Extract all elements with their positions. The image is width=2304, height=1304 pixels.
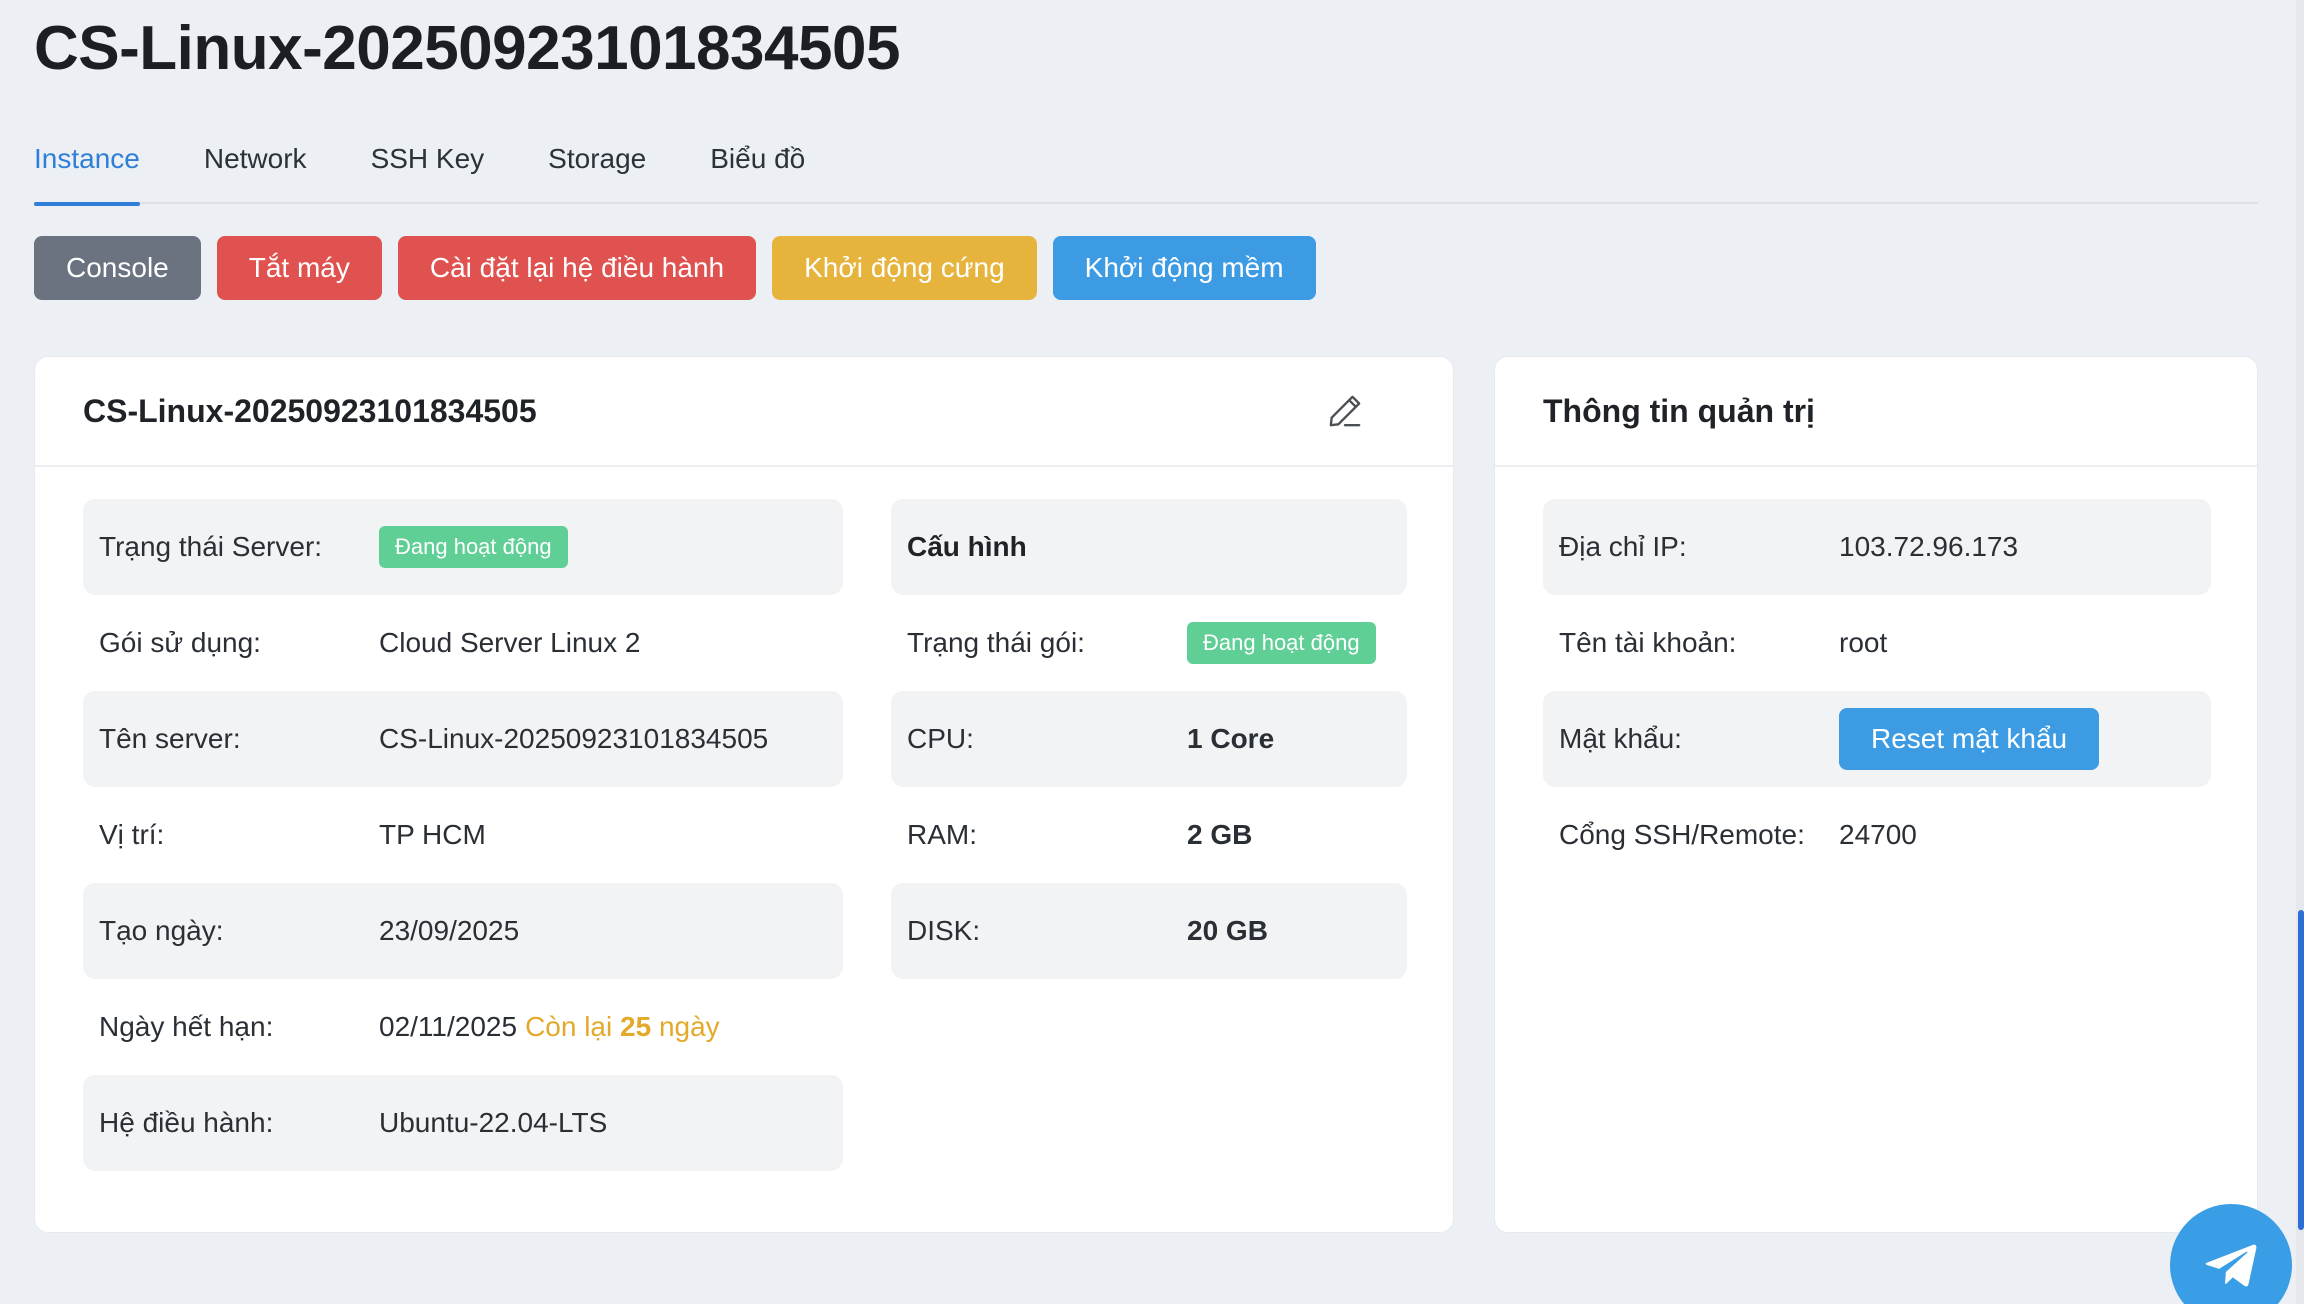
console-button[interactable]: Console bbox=[34, 236, 201, 300]
ram-label: RAM: bbox=[907, 819, 977, 850]
created-value: 23/09/2025 bbox=[379, 915, 520, 946]
status-badge: Đang hoạt động bbox=[379, 526, 568, 568]
remaining-prefix: Còn lại bbox=[525, 1011, 613, 1042]
password-row: Mật khẩu: Reset mật khẩu bbox=[1543, 691, 2211, 787]
os-label: Hệ điều hành: bbox=[99, 1107, 274, 1138]
package-value: Cloud Server Linux 2 bbox=[379, 627, 641, 658]
location-value: TP HCM bbox=[379, 819, 486, 850]
admin-card-header: Thông tin quản trị bbox=[1495, 357, 2257, 467]
remaining-suffix: ngày bbox=[658, 1011, 720, 1042]
server-name-row: Tên server: CS-Linux-20250923101834505 bbox=[83, 691, 843, 787]
expiry-value: 02/11/2025 bbox=[379, 1011, 518, 1042]
created-row: Tạo ngày: 23/09/2025 bbox=[83, 883, 843, 979]
package-row: Gói sử dụng: Cloud Server Linux 2 bbox=[83, 595, 843, 691]
reinstall-os-button[interactable]: Cài đặt lại hệ điều hành bbox=[397, 236, 757, 300]
remaining-days-count: 25 bbox=[620, 1011, 652, 1042]
config-heading: Cấu hình bbox=[907, 531, 1027, 562]
remaining-days: Còn lại 25 ngày bbox=[525, 1011, 720, 1043]
server-name-label: Tên server: bbox=[99, 723, 241, 754]
config-heading-row: Cấu hình bbox=[891, 499, 1407, 595]
admin-details: Địa chỉ IP: 103.72.96.173 Tên tài khoản:… bbox=[1543, 499, 2211, 883]
ram-row: RAM: 2 GB bbox=[891, 787, 1407, 883]
tab-bar: Instance Network SSH Key Storage Biểu đồ bbox=[34, 138, 2258, 206]
package-status-row: Trạng thái gói: Đang hoạt động bbox=[891, 595, 1407, 691]
disk-value: 20 GB bbox=[1187, 915, 1268, 946]
ip-value: 103.72.96.173 bbox=[1839, 531, 2019, 562]
edit-icon[interactable] bbox=[1325, 391, 1365, 431]
scrollbar-thumb[interactable] bbox=[2298, 910, 2304, 1230]
account-value: root bbox=[1839, 627, 1888, 658]
server-card-title: CS-Linux-20250923101834505 bbox=[83, 392, 537, 429]
package-label: Gói sử dụng: bbox=[99, 627, 261, 658]
admin-card-title: Thông tin quản trị bbox=[1543, 392, 1815, 429]
hard-reboot-button[interactable]: Khởi động cứng bbox=[772, 236, 1037, 300]
disk-label: DISK: bbox=[907, 915, 981, 946]
soft-reboot-button[interactable]: Khởi động mềm bbox=[1052, 236, 1316, 300]
tab-storage[interactable]: Storage bbox=[548, 138, 646, 204]
account-label: Tên tài khoản: bbox=[1559, 627, 1737, 658]
expiry-label: Ngày hết hạn: bbox=[99, 1011, 274, 1042]
page: CS-Linux-20250923101834505 Instance Netw… bbox=[0, 0, 2304, 1304]
ip-row: Địa chỉ IP: 103.72.96.173 bbox=[1543, 499, 2211, 595]
server-card-header: CS-Linux-20250923101834505 bbox=[35, 357, 1453, 467]
telegram-icon bbox=[2205, 1244, 2257, 1287]
ram-value: 2 GB bbox=[1187, 819, 1253, 850]
server-status-label: Trạng thái Server: bbox=[99, 531, 323, 562]
config-details: Cấu hình Trạng thái gói: Đang hoạt động … bbox=[891, 499, 1407, 979]
port-label: Cổng SSH/Remote: bbox=[1559, 819, 1805, 850]
ip-label: Địa chỉ IP: bbox=[1559, 531, 1687, 562]
tab-chart[interactable]: Biểu đồ bbox=[710, 138, 805, 204]
admin-info-card: Thông tin quản trị Địa chỉ IP: 103.72.96… bbox=[1494, 356, 2258, 1233]
package-status-badge: Đang hoạt động bbox=[1187, 622, 1376, 664]
cpu-row: CPU: 1 Core bbox=[891, 691, 1407, 787]
os-row: Hệ điều hành: Ubuntu-22.04-LTS bbox=[83, 1075, 843, 1171]
page-title: CS-Linux-20250923101834505 bbox=[34, 14, 900, 83]
shutdown-button[interactable]: Tắt máy bbox=[216, 236, 382, 300]
disk-row: DISK: 20 GB bbox=[891, 883, 1407, 979]
reset-password-button[interactable]: Reset mật khẩu bbox=[1839, 708, 2100, 770]
location-row: Vị trí: TP HCM bbox=[83, 787, 843, 883]
action-toolbar: Console Tắt máy Cài đặt lại hệ điều hành… bbox=[34, 236, 1316, 300]
tab-network[interactable]: Network bbox=[204, 138, 307, 204]
expiry-row: Ngày hết hạn: 02/11/2025 Còn lại 25 ngày bbox=[83, 979, 843, 1075]
server-info-card: CS-Linux-20250923101834505 Trạng thái Se… bbox=[34, 356, 1454, 1233]
account-row: Tên tài khoản: root bbox=[1543, 595, 2211, 691]
port-value: 24700 bbox=[1839, 819, 1917, 850]
tab-ssh-key[interactable]: SSH Key bbox=[371, 138, 485, 204]
server-status-row: Trạng thái Server: Đang hoạt động bbox=[83, 499, 843, 595]
os-value: Ubuntu-22.04-LTS bbox=[379, 1107, 608, 1138]
cpu-value: 1 Core bbox=[1187, 723, 1275, 754]
port-row: Cổng SSH/Remote: 24700 bbox=[1543, 787, 2211, 883]
server-name-value: CS-Linux-20250923101834505 bbox=[379, 723, 769, 754]
location-label: Vị trí: bbox=[99, 819, 165, 850]
server-details: Trạng thái Server: Đang hoạt động Gói sử… bbox=[83, 499, 843, 1171]
password-label: Mật khẩu: bbox=[1559, 723, 1682, 754]
tab-instance[interactable]: Instance bbox=[34, 138, 140, 206]
package-status-label: Trạng thái gói: bbox=[907, 627, 1085, 658]
cpu-label: CPU: bbox=[907, 723, 974, 754]
created-label: Tạo ngày: bbox=[99, 915, 224, 946]
